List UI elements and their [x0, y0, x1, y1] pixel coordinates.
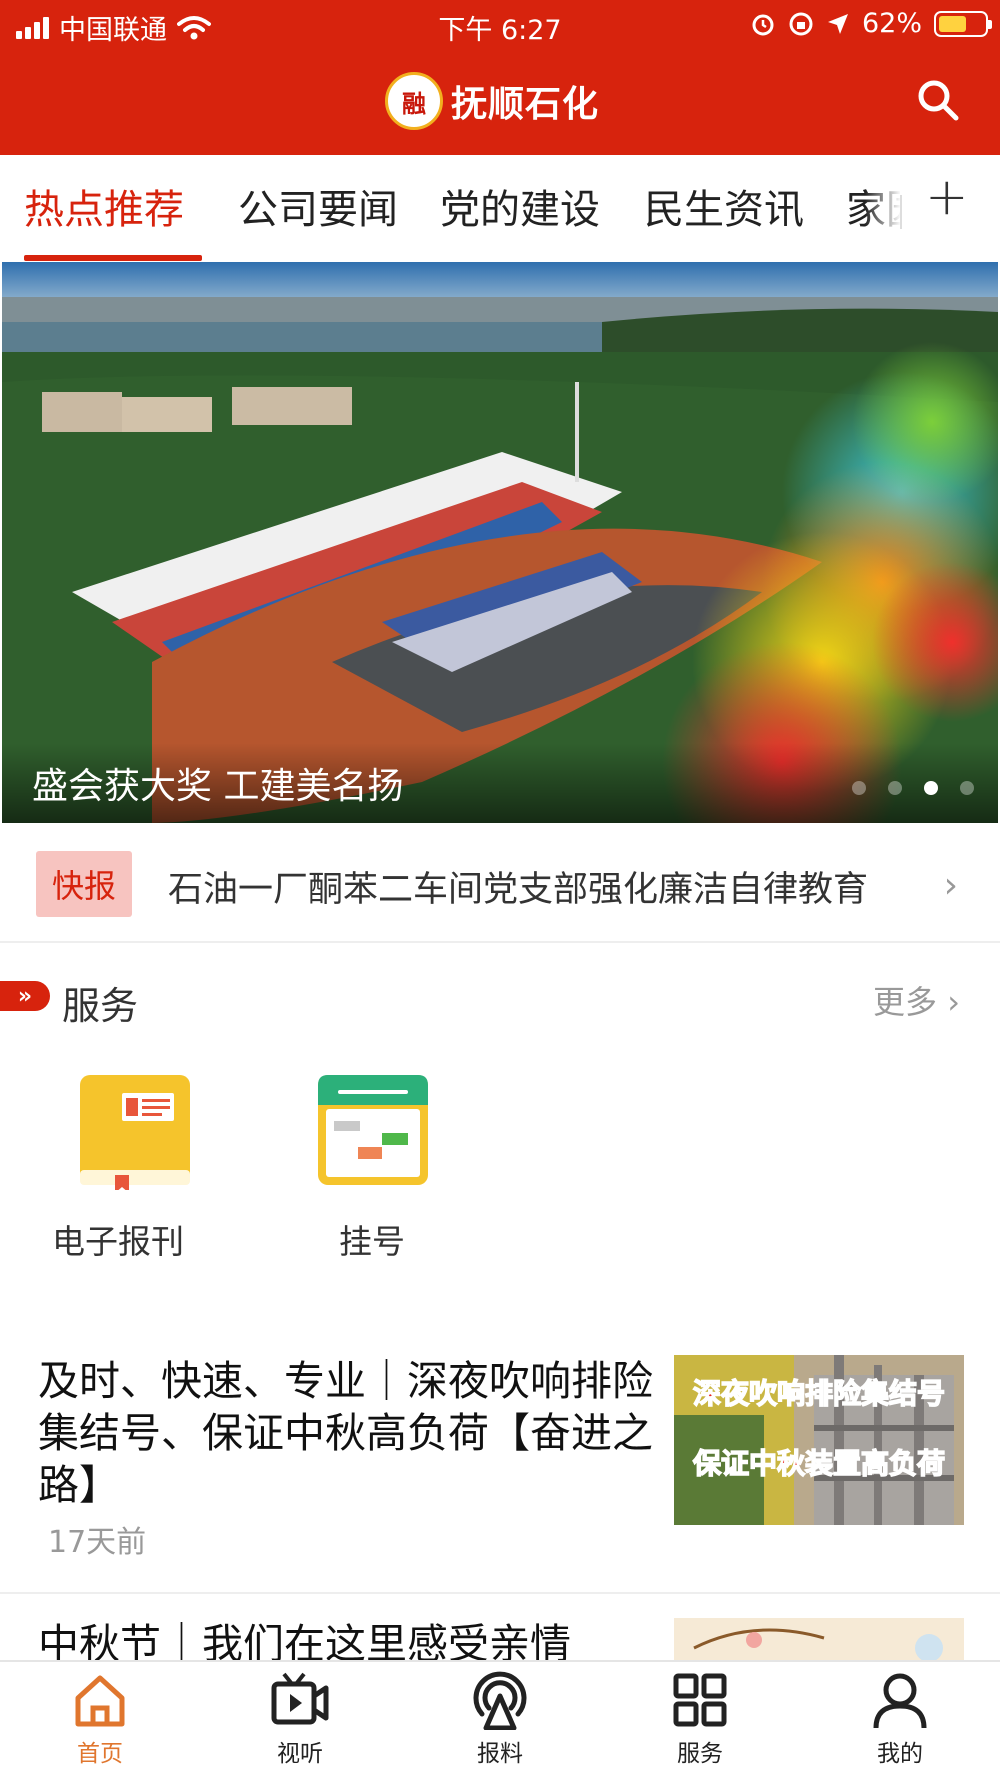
nav-video[interactable]: 视听 — [230, 1670, 370, 1768]
banner-carousel[interactable]: 盛会获大奖 工建美名扬 — [2, 262, 998, 823]
brand: 融 抚顺石化 — [385, 72, 599, 130]
add-channel-button[interactable]: + — [925, 167, 969, 227]
carousel-indicator — [852, 781, 974, 795]
service-registration[interactable]: 挂号 — [272, 1075, 472, 1261]
service-e-newspaper[interactable]: 电子报刊 — [18, 1075, 218, 1261]
tab-hot[interactable]: 热点推荐 — [24, 177, 184, 235]
rotation-lock-icon — [789, 12, 813, 35]
news-thumbnail-image: 深夜吹响排险集结号 保证中秋装置高负荷 — [674, 1355, 964, 1525]
broadcast-icon — [473, 1671, 527, 1730]
more-link[interactable]: 更多 › — [873, 977, 960, 1023]
nav-report[interactable]: 报料 — [430, 1670, 570, 1768]
news-timestamp: 17天前 — [48, 1525, 147, 1560]
news-title[interactable]: 中秋节｜我们在这里感受亲情 — [38, 1618, 658, 1660]
status-bar: 中国联通 下午 6:27 62% — [0, 0, 1000, 50]
bottom-navigation: 首页 视听 报料 服务 我的 — [0, 1660, 1000, 1778]
carousel-dot-active[interactable] — [924, 781, 938, 795]
home-icon — [75, 1675, 125, 1727]
tab-separator — [900, 195, 902, 229]
app-logo: 融 — [385, 72, 443, 130]
flash-headline[interactable]: 石油一厂酮苯二车间党支部强化廉洁自律教育 — [168, 861, 868, 912]
e-newspaper-icon — [80, 1075, 190, 1193]
service-label: 电子报刊 — [52, 1222, 184, 1261]
nav-home[interactable]: 首页 — [30, 1670, 170, 1768]
flash-badge: 快报 — [36, 851, 132, 917]
location-icon — [827, 13, 848, 34]
news-thumbnail[interactable] — [674, 1618, 964, 1660]
news-thumbnail-image — [674, 1618, 964, 1660]
news-divider — [0, 1592, 1000, 1594]
active-tab-indicator — [24, 255, 202, 261]
video-icon — [271, 1672, 329, 1725]
calendar-registration-icon — [318, 1075, 428, 1185]
banner-image — [2, 262, 998, 823]
thumb-line-2: 保证中秋装置高负荷 — [693, 1447, 945, 1480]
carousel-dot[interactable] — [852, 781, 866, 795]
news-thumbnail[interactable]: 深夜吹响排险集结号 保证中秋装置高负荷 — [674, 1355, 964, 1525]
nav-label: 我的 — [877, 1741, 923, 1767]
battery-icon — [934, 10, 992, 37]
nav-mine[interactable]: 我的 — [830, 1670, 970, 1768]
battery-percent: 62% — [861, 8, 922, 39]
tab-livelihood[interactable]: 民生资讯 — [644, 177, 804, 235]
search-icon[interactable] — [916, 78, 960, 122]
nav-label: 视听 — [277, 1741, 323, 1767]
banner-caption: 盛会获大奖 工建美名扬 — [32, 766, 404, 807]
alarm-icon — [752, 14, 774, 35]
grid-icon — [673, 1673, 727, 1727]
service-label: 挂号 — [339, 1222, 405, 1261]
news-item[interactable]: 中秋节｜我们在这里感受亲情 — [0, 1618, 1000, 1660]
nav-label: 服务 — [677, 1741, 723, 1767]
nav-services[interactable]: 服务 — [630, 1670, 770, 1768]
app-title: 抚顺石化 — [451, 84, 600, 125]
user-icon — [873, 1673, 927, 1729]
thumb-line-1: 深夜吹响排险集结号 — [693, 1377, 945, 1410]
nav-label: 首页 — [77, 1741, 123, 1767]
services-section-header: » 服务 更多 › — [0, 965, 1000, 1035]
news-title[interactable]: 及时、快速、专业｜深夜吹响排险集结号、保证中秋高负荷【奋进之路】 — [38, 1355, 658, 1511]
tab-party-building[interactable]: 党的建设 — [440, 177, 600, 235]
tab-company-news[interactable]: 公司要闻 — [238, 177, 398, 235]
nav-label: 报料 — [477, 1741, 523, 1767]
app-header: 中国联通 下午 6:27 62% 融 抚顺石化 — [0, 0, 1000, 155]
section-title: 服务 — [62, 984, 139, 1028]
flash-news-bar[interactable]: 快报 石油一厂酮苯二车间党支部强化廉洁自律教育 › — [0, 823, 1000, 943]
chevron-right-icon[interactable]: › — [944, 865, 958, 906]
double-chevron-icon: » — [0, 981, 50, 1011]
channel-tabs: 热点推荐 公司要闻 党的建设 民生资讯 家园 + — [0, 155, 1000, 263]
carousel-dot[interactable] — [960, 781, 974, 795]
carousel-dot[interactable] — [888, 781, 902, 795]
